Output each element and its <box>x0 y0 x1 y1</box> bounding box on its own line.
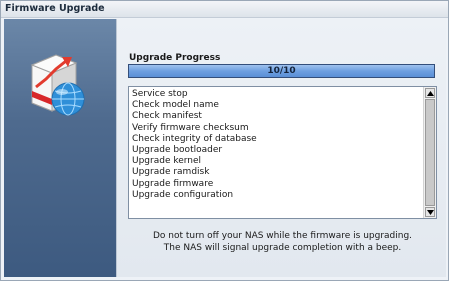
log-item: Verify firmware checksum <box>132 122 249 133</box>
log-scrollbar[interactable] <box>423 87 436 218</box>
dialog-title: Firmware Upgrade <box>5 3 105 14</box>
log-item: Service stop <box>132 89 188 99</box>
log-item: Upgrade kernel <box>132 156 202 167</box>
arrow-up-icon <box>427 91 434 96</box>
arrow-down-icon <box>427 210 434 215</box>
firmware-upgrade-icon <box>30 54 85 116</box>
upgrade-log-list[interactable]: Service stop Check model name Check manife… <box>128 86 437 219</box>
log-item: Check model name <box>132 100 219 111</box>
log-items: Service stop Check model name Check manife… <box>129 87 436 201</box>
completion-note: The NAS will signal upgrade completion w… <box>163 243 402 253</box>
log-item: Upgrade firmware <box>132 178 214 189</box>
log-item: Check manifest <box>132 111 202 122</box>
left-side-panel <box>4 19 117 277</box>
scroll-thumb[interactable] <box>425 99 435 206</box>
main-content: Upgrade Progress 10/10 Service stop Check… <box>117 19 446 277</box>
title-bar: Firmware Upgrade <box>1 1 448 18</box>
log-item: Check integrity of database <box>132 133 257 144</box>
progress-label: Upgrade Progress <box>129 53 221 63</box>
scroll-down-button[interactable] <box>425 207 435 217</box>
upgrade-progress-bar: 10/10 <box>128 64 435 78</box>
scroll-up-button[interactable] <box>425 88 435 98</box>
firmware-upgrade-dialog: Firmware Upgrade Upgrade Progress 10/10 … <box>0 0 449 281</box>
progress-text: 10/10 <box>267 66 296 76</box>
log-item: Upgrade configuration <box>132 189 234 200</box>
log-item: Upgrade bootloader <box>132 144 223 155</box>
log-item: Upgrade ramdisk <box>132 167 210 178</box>
warning-note: Do not turn off your NAS while the firmw… <box>152 231 413 241</box>
